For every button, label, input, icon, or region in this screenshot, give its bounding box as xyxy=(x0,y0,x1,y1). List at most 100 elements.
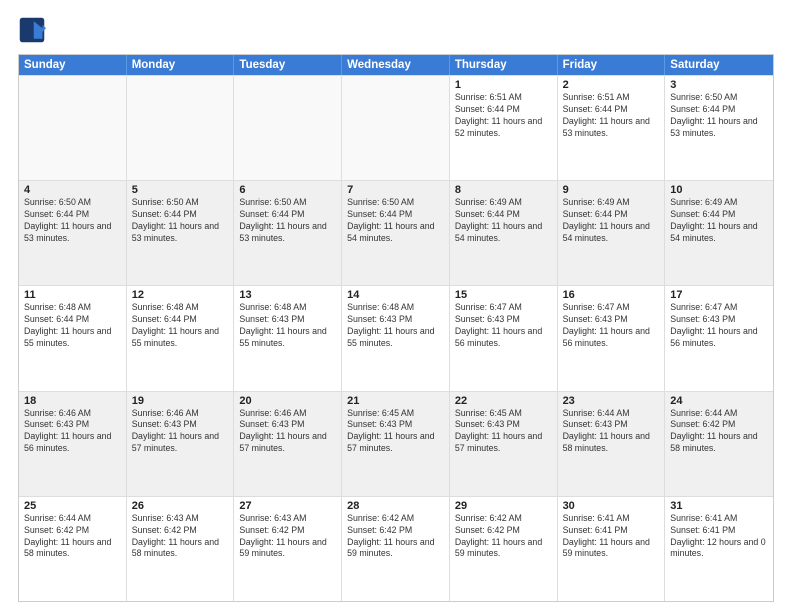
cal-cell: 25Sunrise: 6:44 AM Sunset: 6:42 PM Dayli… xyxy=(19,497,127,601)
day-info: Sunrise: 6:46 AM Sunset: 6:43 PM Dayligh… xyxy=(24,408,121,456)
cal-cell: 17Sunrise: 6:47 AM Sunset: 6:43 PM Dayli… xyxy=(665,286,773,390)
week-row-3: 11Sunrise: 6:48 AM Sunset: 6:44 PM Dayli… xyxy=(19,285,773,390)
day-info: Sunrise: 6:45 AM Sunset: 6:43 PM Dayligh… xyxy=(455,408,552,456)
day-info: Sunrise: 6:42 AM Sunset: 6:42 PM Dayligh… xyxy=(347,513,444,561)
week-row-4: 18Sunrise: 6:46 AM Sunset: 6:43 PM Dayli… xyxy=(19,391,773,496)
header-day-saturday: Saturday xyxy=(665,55,773,75)
cal-cell: 11Sunrise: 6:48 AM Sunset: 6:44 PM Dayli… xyxy=(19,286,127,390)
day-info: Sunrise: 6:48 AM Sunset: 6:44 PM Dayligh… xyxy=(24,302,121,350)
day-info: Sunrise: 6:48 AM Sunset: 6:44 PM Dayligh… xyxy=(132,302,229,350)
header-day-friday: Friday xyxy=(558,55,666,75)
cal-cell: 24Sunrise: 6:44 AM Sunset: 6:42 PM Dayli… xyxy=(665,392,773,496)
day-number: 9 xyxy=(563,184,660,196)
day-info: Sunrise: 6:47 AM Sunset: 6:43 PM Dayligh… xyxy=(563,302,660,350)
day-info: Sunrise: 6:41 AM Sunset: 6:41 PM Dayligh… xyxy=(563,513,660,561)
cal-cell: 4Sunrise: 6:50 AM Sunset: 6:44 PM Daylig… xyxy=(19,181,127,285)
day-info: Sunrise: 6:49 AM Sunset: 6:44 PM Dayligh… xyxy=(455,197,552,245)
cal-cell xyxy=(19,76,127,180)
cal-cell: 12Sunrise: 6:48 AM Sunset: 6:44 PM Dayli… xyxy=(127,286,235,390)
day-info: Sunrise: 6:48 AM Sunset: 6:43 PM Dayligh… xyxy=(347,302,444,350)
day-number: 6 xyxy=(239,184,336,196)
cal-cell xyxy=(342,76,450,180)
cal-cell: 18Sunrise: 6:46 AM Sunset: 6:43 PM Dayli… xyxy=(19,392,127,496)
day-info: Sunrise: 6:45 AM Sunset: 6:43 PM Dayligh… xyxy=(347,408,444,456)
day-number: 1 xyxy=(455,79,552,91)
cal-cell: 20Sunrise: 6:46 AM Sunset: 6:43 PM Dayli… xyxy=(234,392,342,496)
day-info: Sunrise: 6:50 AM Sunset: 6:44 PM Dayligh… xyxy=(670,92,768,140)
day-info: Sunrise: 6:47 AM Sunset: 6:43 PM Dayligh… xyxy=(670,302,768,350)
day-info: Sunrise: 6:44 AM Sunset: 6:43 PM Dayligh… xyxy=(563,408,660,456)
day-number: 4 xyxy=(24,184,121,196)
header-day-sunday: Sunday xyxy=(19,55,127,75)
calendar: SundayMondayTuesdayWednesdayThursdayFrid… xyxy=(18,54,774,602)
day-number: 28 xyxy=(347,500,444,512)
day-number: 25 xyxy=(24,500,121,512)
day-number: 19 xyxy=(132,395,229,407)
cal-cell: 2Sunrise: 6:51 AM Sunset: 6:44 PM Daylig… xyxy=(558,76,666,180)
header-day-monday: Monday xyxy=(127,55,235,75)
cal-cell: 8Sunrise: 6:49 AM Sunset: 6:44 PM Daylig… xyxy=(450,181,558,285)
day-info: Sunrise: 6:44 AM Sunset: 6:42 PM Dayligh… xyxy=(24,513,121,561)
day-info: Sunrise: 6:50 AM Sunset: 6:44 PM Dayligh… xyxy=(132,197,229,245)
cal-cell: 29Sunrise: 6:42 AM Sunset: 6:42 PM Dayli… xyxy=(450,497,558,601)
day-info: Sunrise: 6:43 AM Sunset: 6:42 PM Dayligh… xyxy=(239,513,336,561)
cal-cell: 27Sunrise: 6:43 AM Sunset: 6:42 PM Dayli… xyxy=(234,497,342,601)
day-number: 5 xyxy=(132,184,229,196)
day-number: 15 xyxy=(455,289,552,301)
day-number: 10 xyxy=(670,184,768,196)
day-number: 17 xyxy=(670,289,768,301)
cal-cell: 31Sunrise: 6:41 AM Sunset: 6:41 PM Dayli… xyxy=(665,497,773,601)
cal-cell: 15Sunrise: 6:47 AM Sunset: 6:43 PM Dayli… xyxy=(450,286,558,390)
week-row-1: 1Sunrise: 6:51 AM Sunset: 6:44 PM Daylig… xyxy=(19,75,773,180)
page: SundayMondayTuesdayWednesdayThursdayFrid… xyxy=(0,0,792,612)
cal-cell: 3Sunrise: 6:50 AM Sunset: 6:44 PM Daylig… xyxy=(665,76,773,180)
cal-cell: 7Sunrise: 6:50 AM Sunset: 6:44 PM Daylig… xyxy=(342,181,450,285)
day-info: Sunrise: 6:50 AM Sunset: 6:44 PM Dayligh… xyxy=(347,197,444,245)
cal-cell xyxy=(127,76,235,180)
day-number: 24 xyxy=(670,395,768,407)
logo-icon xyxy=(18,16,46,44)
cal-cell: 13Sunrise: 6:48 AM Sunset: 6:43 PM Dayli… xyxy=(234,286,342,390)
day-number: 27 xyxy=(239,500,336,512)
header-day-thursday: Thursday xyxy=(450,55,558,75)
header-day-wednesday: Wednesday xyxy=(342,55,450,75)
day-number: 2 xyxy=(563,79,660,91)
day-info: Sunrise: 6:50 AM Sunset: 6:44 PM Dayligh… xyxy=(239,197,336,245)
header xyxy=(18,16,774,44)
day-info: Sunrise: 6:48 AM Sunset: 6:43 PM Dayligh… xyxy=(239,302,336,350)
calendar-body: 1Sunrise: 6:51 AM Sunset: 6:44 PM Daylig… xyxy=(19,75,773,601)
day-number: 21 xyxy=(347,395,444,407)
cal-cell: 14Sunrise: 6:48 AM Sunset: 6:43 PM Dayli… xyxy=(342,286,450,390)
cal-cell: 6Sunrise: 6:50 AM Sunset: 6:44 PM Daylig… xyxy=(234,181,342,285)
day-number: 23 xyxy=(563,395,660,407)
week-row-5: 25Sunrise: 6:44 AM Sunset: 6:42 PM Dayli… xyxy=(19,496,773,601)
cal-cell: 23Sunrise: 6:44 AM Sunset: 6:43 PM Dayli… xyxy=(558,392,666,496)
day-number: 16 xyxy=(563,289,660,301)
day-number: 26 xyxy=(132,500,229,512)
day-info: Sunrise: 6:51 AM Sunset: 6:44 PM Dayligh… xyxy=(455,92,552,140)
day-number: 22 xyxy=(455,395,552,407)
cal-cell: 16Sunrise: 6:47 AM Sunset: 6:43 PM Dayli… xyxy=(558,286,666,390)
day-info: Sunrise: 6:42 AM Sunset: 6:42 PM Dayligh… xyxy=(455,513,552,561)
day-info: Sunrise: 6:46 AM Sunset: 6:43 PM Dayligh… xyxy=(239,408,336,456)
day-info: Sunrise: 6:41 AM Sunset: 6:41 PM Dayligh… xyxy=(670,513,768,561)
day-number: 31 xyxy=(670,500,768,512)
day-info: Sunrise: 6:44 AM Sunset: 6:42 PM Dayligh… xyxy=(670,408,768,456)
day-number: 29 xyxy=(455,500,552,512)
day-info: Sunrise: 6:43 AM Sunset: 6:42 PM Dayligh… xyxy=(132,513,229,561)
day-number: 8 xyxy=(455,184,552,196)
cal-cell: 10Sunrise: 6:49 AM Sunset: 6:44 PM Dayli… xyxy=(665,181,773,285)
cal-cell: 22Sunrise: 6:45 AM Sunset: 6:43 PM Dayli… xyxy=(450,392,558,496)
cal-cell: 21Sunrise: 6:45 AM Sunset: 6:43 PM Dayli… xyxy=(342,392,450,496)
cal-cell: 5Sunrise: 6:50 AM Sunset: 6:44 PM Daylig… xyxy=(127,181,235,285)
day-number: 30 xyxy=(563,500,660,512)
day-number: 3 xyxy=(670,79,768,91)
day-number: 18 xyxy=(24,395,121,407)
logo xyxy=(18,16,50,44)
cal-cell: 28Sunrise: 6:42 AM Sunset: 6:42 PM Dayli… xyxy=(342,497,450,601)
day-info: Sunrise: 6:49 AM Sunset: 6:44 PM Dayligh… xyxy=(563,197,660,245)
day-number: 12 xyxy=(132,289,229,301)
day-info: Sunrise: 6:51 AM Sunset: 6:44 PM Dayligh… xyxy=(563,92,660,140)
cal-cell xyxy=(234,76,342,180)
day-info: Sunrise: 6:50 AM Sunset: 6:44 PM Dayligh… xyxy=(24,197,121,245)
